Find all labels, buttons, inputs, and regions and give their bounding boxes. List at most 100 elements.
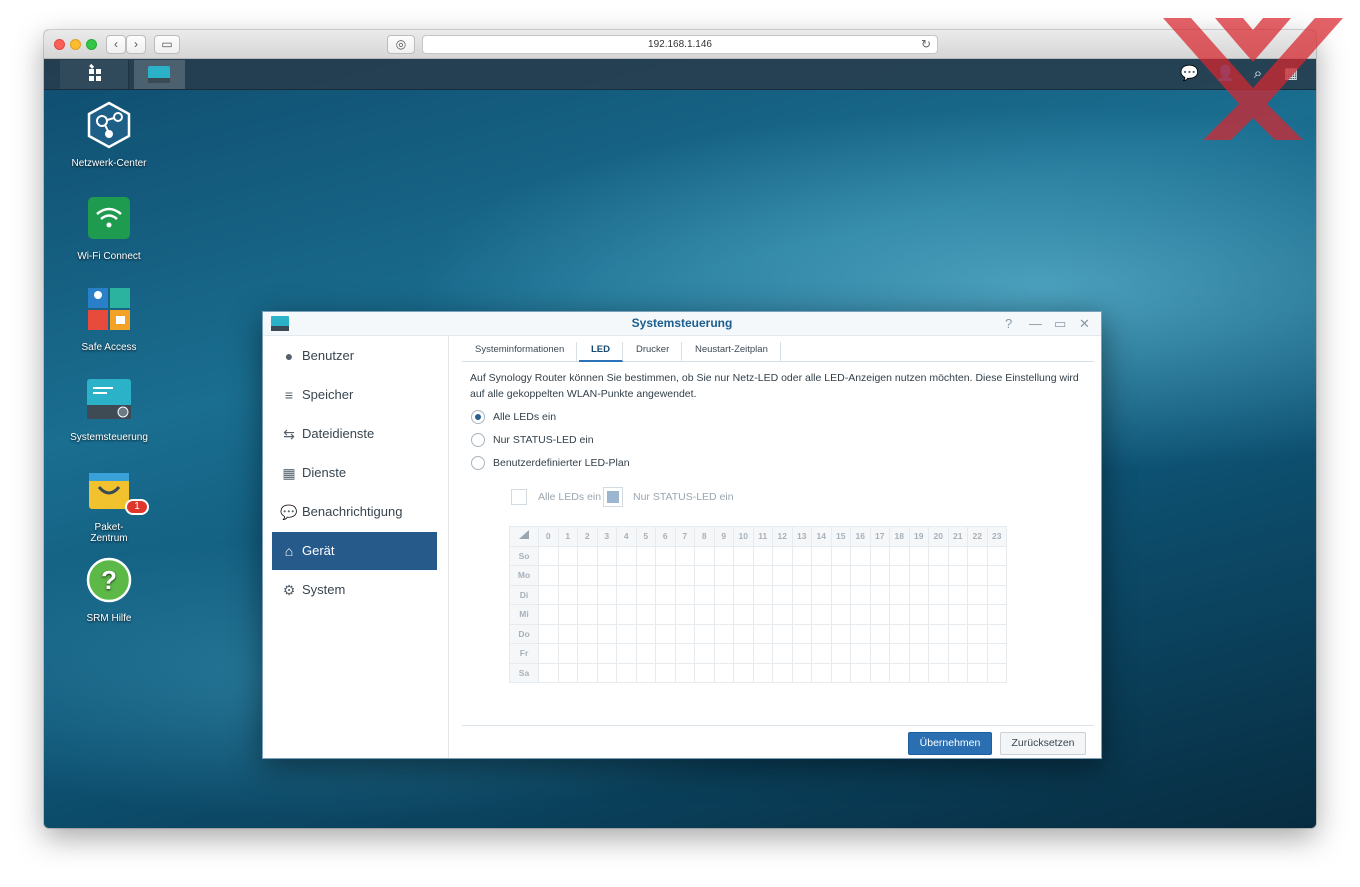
tab-drucker[interactable]: Drucker: [624, 342, 683, 362]
taskbar-control-panel[interactable]: [134, 60, 185, 89]
radio-button[interactable]: [471, 456, 485, 470]
grid-cell[interactable]: [772, 545, 793, 566]
grid-cell[interactable]: [655, 623, 676, 644]
grid-cell[interactable]: [557, 545, 578, 566]
grid-cell[interactable]: [694, 623, 715, 644]
sidebar-item-dienste[interactable]: ▦ Dienste: [272, 454, 437, 492]
grid-cell[interactable]: [889, 545, 910, 566]
grid-hour-header[interactable]: 14: [811, 526, 832, 547]
grid-cell[interactable]: [635, 662, 656, 683]
grid-cell[interactable]: [733, 662, 754, 683]
close-window-button[interactable]: [54, 39, 65, 50]
grid-hour-header[interactable]: 18: [889, 526, 910, 547]
grid-hour-header[interactable]: 8: [694, 526, 715, 547]
grid-cell[interactable]: [772, 584, 793, 605]
sidebar-toggle-icon[interactable]: ▭: [154, 35, 180, 54]
grid-cell[interactable]: [850, 643, 871, 664]
grid-cell[interactable]: [557, 584, 578, 605]
grid-cell[interactable]: [928, 604, 949, 625]
grid-cell[interactable]: [577, 623, 598, 644]
grid-cell[interactable]: [694, 643, 715, 664]
grid-cell[interactable]: [557, 565, 578, 586]
grid-cell[interactable]: [616, 604, 637, 625]
widgets-icon[interactable]: ▦: [1282, 65, 1300, 83]
grid-cell[interactable]: [713, 623, 734, 644]
grid-cell[interactable]: [811, 545, 832, 566]
grid-hour-header[interactable]: 4: [616, 526, 637, 547]
grid-cell[interactable]: [967, 545, 988, 566]
grid-hour-header[interactable]: 7: [674, 526, 695, 547]
search-icon[interactable]: ⌕: [1249, 65, 1267, 83]
grid-cell[interactable]: [908, 584, 929, 605]
grid-cell[interactable]: [713, 584, 734, 605]
grid-cell[interactable]: [674, 662, 695, 683]
tab-neustart-zeitplan[interactable]: Neustart-Zeitplan: [683, 342, 781, 362]
grid-cell[interactable]: [538, 584, 559, 605]
grid-cell[interactable]: [616, 623, 637, 644]
grid-cell[interactable]: [908, 662, 929, 683]
grid-cell[interactable]: [616, 643, 637, 664]
grid-cell[interactable]: [850, 584, 871, 605]
grid-cell[interactable]: [674, 643, 695, 664]
grid-cell[interactable]: [596, 584, 617, 605]
grid-cell[interactable]: [752, 623, 773, 644]
grid-cell[interactable]: [616, 545, 637, 566]
grid-hour-header[interactable]: 5: [635, 526, 656, 547]
grid-cell[interactable]: [850, 604, 871, 625]
grid-cell[interactable]: [577, 565, 598, 586]
grid-cell[interactable]: [830, 623, 851, 644]
grid-cell[interactable]: [811, 604, 832, 625]
grid-cell[interactable]: [596, 643, 617, 664]
grid-cell[interactable]: [694, 545, 715, 566]
grid-hour-header[interactable]: 1: [557, 526, 578, 547]
forward-button[interactable]: ›: [126, 35, 146, 54]
grid-cell[interactable]: [830, 604, 851, 625]
grid-hour-header[interactable]: 6: [655, 526, 676, 547]
grid-cell[interactable]: [733, 565, 754, 586]
grid-cell[interactable]: [772, 643, 793, 664]
grid-cell[interactable]: [811, 623, 832, 644]
grid-cell[interactable]: [752, 584, 773, 605]
reload-icon[interactable]: ↻: [921, 36, 931, 53]
grid-cell[interactable]: [557, 662, 578, 683]
grid-cell[interactable]: [791, 662, 812, 683]
grid-cell[interactable]: [674, 623, 695, 644]
sidebar-item-dateidienste[interactable]: ⇆ Dateidienste: [272, 415, 437, 453]
grid-cell[interactable]: [811, 565, 832, 586]
grid-cell[interactable]: [772, 565, 793, 586]
radio-button[interactable]: [471, 410, 485, 424]
grid-cell[interactable]: [577, 584, 598, 605]
grid-cell[interactable]: [908, 565, 929, 586]
grid-day-header[interactable]: Di: [509, 584, 539, 605]
grid-cell[interactable]: [986, 565, 1007, 586]
led-schedule-grid[interactable]: 0 1 2 3 4 5 6 7 8 9 10 11 12 13 14 15 16 17 18 19 20 21 22 23 So…: [509, 526, 1007, 683]
grid-cell[interactable]: [830, 584, 851, 605]
grid-hour-header[interactable]: 2: [577, 526, 598, 547]
main-menu-button[interactable]: [60, 60, 129, 89]
grid-cell[interactable]: [947, 584, 968, 605]
privacy-icon[interactable]: ◎: [387, 35, 415, 54]
grid-cell[interactable]: [889, 623, 910, 644]
desktop-icon-package-center[interactable]: Paket- Zentrum 1: [54, 465, 164, 544]
grid-day-header[interactable]: Sa: [509, 662, 539, 683]
grid-cell[interactable]: [850, 565, 871, 586]
grid-cell[interactable]: [596, 604, 617, 625]
grid-cell[interactable]: [752, 565, 773, 586]
grid-cell[interactable]: [947, 662, 968, 683]
grid-cell[interactable]: [850, 623, 871, 644]
grid-cell[interactable]: [655, 584, 676, 605]
radio-button[interactable]: [471, 433, 485, 447]
grid-hour-header[interactable]: 22: [967, 526, 988, 547]
grid-cell[interactable]: [635, 584, 656, 605]
grid-cell[interactable]: [713, 565, 734, 586]
grid-cell[interactable]: [557, 643, 578, 664]
grid-cell[interactable]: [791, 604, 812, 625]
grid-hour-header[interactable]: 10: [733, 526, 754, 547]
grid-cell[interactable]: [791, 584, 812, 605]
desktop-icon-safe-access[interactable]: Safe Access: [54, 285, 164, 353]
grid-cell[interactable]: [752, 545, 773, 566]
minimize-icon[interactable]: —: [1029, 316, 1042, 331]
grid-cell[interactable]: [889, 662, 910, 683]
grid-cell[interactable]: [772, 623, 793, 644]
grid-cell[interactable]: [616, 584, 637, 605]
